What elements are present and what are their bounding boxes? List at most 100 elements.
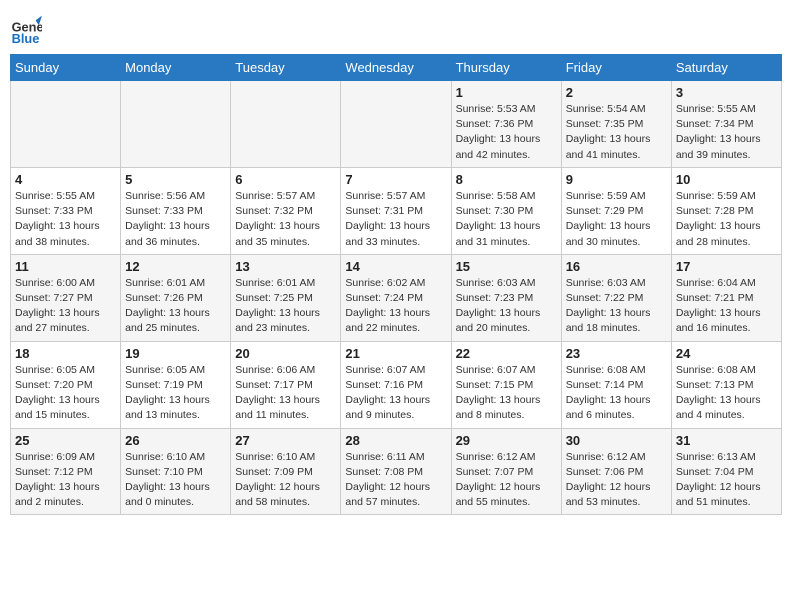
day-detail: Sunrise: 6:12 AM Sunset: 7:06 PM Dayligh… <box>566 450 667 511</box>
calendar-table: SundayMondayTuesdayWednesdayThursdayFrid… <box>10 54 782 515</box>
day-detail: Sunrise: 6:10 AM Sunset: 7:09 PM Dayligh… <box>235 450 336 511</box>
day-detail: Sunrise: 6:08 AM Sunset: 7:13 PM Dayligh… <box>676 363 777 424</box>
day-cell: 17 Sunrise: 6:04 AM Sunset: 7:21 PM Dayli… <box>671 254 781 341</box>
day-number: 23 <box>566 346 667 361</box>
day-number: 18 <box>15 346 116 361</box>
day-cell: 12Sunrise: 6:01 AM Sunset: 7:26 PM Dayli… <box>121 254 231 341</box>
day-detail: Sunrise: 6:00 AM Sunset: 7:27 PM Dayligh… <box>15 276 116 337</box>
day-number: 29 <box>456 433 557 448</box>
day-cell: 23 Sunrise: 6:08 AM Sunset: 7:14 PM Dayli… <box>561 341 671 428</box>
weekday-header-monday: Monday <box>121 55 231 81</box>
day-detail: Sunrise: 5:59 AM Sunset: 7:28 PM Dayligh… <box>676 189 777 250</box>
day-number: 19 <box>125 346 226 361</box>
week-row-2: 4 Sunrise: 5:55 AM Sunset: 7:33 PM Daylig… <box>11 167 782 254</box>
day-cell: 15 Sunrise: 6:03 AM Sunset: 7:23 PM Dayli… <box>451 254 561 341</box>
day-number: 14 <box>345 259 446 274</box>
day-detail: Sunrise: 5:55 AM Sunset: 7:33 PM Dayligh… <box>15 189 116 250</box>
day-number: 4 <box>15 172 116 187</box>
day-detail: Sunrise: 5:57 AM Sunset: 7:31 PM Dayligh… <box>345 189 446 250</box>
day-detail: Sunrise: 6:04 AM Sunset: 7:21 PM Dayligh… <box>676 276 777 337</box>
day-number: 20 <box>235 346 336 361</box>
day-detail: Sunrise: 5:58 AM Sunset: 7:30 PM Dayligh… <box>456 189 557 250</box>
day-number: 27 <box>235 433 336 448</box>
day-number: 26 <box>125 433 226 448</box>
day-cell: 5 Sunrise: 5:56 AM Sunset: 7:33 PM Daylig… <box>121 167 231 254</box>
day-cell: 27 Sunrise: 6:10 AM Sunset: 7:09 PM Dayli… <box>231 428 341 515</box>
day-detail: Sunrise: 6:01 AM Sunset: 7:26 PM Dayligh… <box>125 276 226 337</box>
day-detail: Sunrise: 6:01 AM Sunset: 7:25 PM Dayligh… <box>235 276 336 337</box>
day-detail: Sunrise: 6:08 AM Sunset: 7:14 PM Dayligh… <box>566 363 667 424</box>
logo-icon: General Blue <box>10 14 42 46</box>
day-cell: 2Sunrise: 5:54 AM Sunset: 7:35 PM Daylig… <box>561 81 671 168</box>
day-detail: Sunrise: 5:57 AM Sunset: 7:32 PM Dayligh… <box>235 189 336 250</box>
day-number: 6 <box>235 172 336 187</box>
day-number: 25 <box>15 433 116 448</box>
day-number: 1 <box>456 85 557 100</box>
day-cell: 26 Sunrise: 6:10 AM Sunset: 7:10 PM Dayli… <box>121 428 231 515</box>
day-detail: Sunrise: 6:10 AM Sunset: 7:10 PM Dayligh… <box>125 450 226 511</box>
day-detail: Sunrise: 6:06 AM Sunset: 7:17 PM Dayligh… <box>235 363 336 424</box>
day-cell: 7 Sunrise: 5:57 AM Sunset: 7:31 PM Daylig… <box>341 167 451 254</box>
day-number: 31 <box>676 433 777 448</box>
day-cell: 21Sunrise: 6:07 AM Sunset: 7:16 PM Dayli… <box>341 341 451 428</box>
day-cell: 18Sunrise: 6:05 AM Sunset: 7:20 PM Dayli… <box>11 341 121 428</box>
day-number: 3 <box>676 85 777 100</box>
day-cell: 6 Sunrise: 5:57 AM Sunset: 7:32 PM Daylig… <box>231 167 341 254</box>
day-number: 17 <box>676 259 777 274</box>
day-cell: 4 Sunrise: 5:55 AM Sunset: 7:33 PM Daylig… <box>11 167 121 254</box>
day-number: 8 <box>456 172 557 187</box>
day-detail: Sunrise: 6:03 AM Sunset: 7:22 PM Dayligh… <box>566 276 667 337</box>
day-number: 22 <box>456 346 557 361</box>
weekday-header-friday: Friday <box>561 55 671 81</box>
weekday-header-tuesday: Tuesday <box>231 55 341 81</box>
day-number: 10 <box>676 172 777 187</box>
day-cell: 24 Sunrise: 6:08 AM Sunset: 7:13 PM Dayli… <box>671 341 781 428</box>
day-detail: Sunrise: 5:56 AM Sunset: 7:33 PM Dayligh… <box>125 189 226 250</box>
day-cell <box>121 81 231 168</box>
day-detail: Sunrise: 6:11 AM Sunset: 7:08 PM Dayligh… <box>345 450 446 511</box>
day-cell: 20 Sunrise: 6:06 AM Sunset: 7:17 PM Dayli… <box>231 341 341 428</box>
day-detail: Sunrise: 6:02 AM Sunset: 7:24 PM Dayligh… <box>345 276 446 337</box>
day-number: 5 <box>125 172 226 187</box>
day-cell: 28 Sunrise: 6:11 AM Sunset: 7:08 PM Dayli… <box>341 428 451 515</box>
page-header: General Blue <box>10 10 782 46</box>
day-cell: 25 Sunrise: 6:09 AM Sunset: 7:12 PM Dayli… <box>11 428 121 515</box>
svg-text:Blue: Blue <box>12 31 40 46</box>
day-detail: Sunrise: 5:59 AM Sunset: 7:29 PM Dayligh… <box>566 189 667 250</box>
day-number: 11 <box>15 259 116 274</box>
day-cell: 8 Sunrise: 5:58 AM Sunset: 7:30 PM Daylig… <box>451 167 561 254</box>
weekday-header-row: SundayMondayTuesdayWednesdayThursdayFrid… <box>11 55 782 81</box>
day-detail: Sunrise: 6:12 AM Sunset: 7:07 PM Dayligh… <box>456 450 557 511</box>
day-cell: 29 Sunrise: 6:12 AM Sunset: 7:07 PM Dayli… <box>451 428 561 515</box>
day-number: 9 <box>566 172 667 187</box>
day-detail: Sunrise: 6:13 AM Sunset: 7:04 PM Dayligh… <box>676 450 777 511</box>
week-row-1: 1 Sunrise: 5:53 AM Sunset: 7:36 PM Daylig… <box>11 81 782 168</box>
day-detail: Sunrise: 5:53 AM Sunset: 7:36 PM Dayligh… <box>456 102 557 163</box>
day-number: 24 <box>676 346 777 361</box>
day-cell: 19Sunrise: 6:05 AM Sunset: 7:19 PM Dayli… <box>121 341 231 428</box>
day-detail: Sunrise: 6:09 AM Sunset: 7:12 PM Dayligh… <box>15 450 116 511</box>
day-cell: 13Sunrise: 6:01 AM Sunset: 7:25 PM Dayli… <box>231 254 341 341</box>
week-row-5: 25 Sunrise: 6:09 AM Sunset: 7:12 PM Dayli… <box>11 428 782 515</box>
day-number: 15 <box>456 259 557 274</box>
day-cell: 9 Sunrise: 5:59 AM Sunset: 7:29 PM Daylig… <box>561 167 671 254</box>
day-cell: 10 Sunrise: 5:59 AM Sunset: 7:28 PM Dayli… <box>671 167 781 254</box>
day-cell <box>231 81 341 168</box>
day-number: 21 <box>345 346 446 361</box>
day-cell: 22 Sunrise: 6:07 AM Sunset: 7:15 PM Dayli… <box>451 341 561 428</box>
day-cell: 31 Sunrise: 6:13 AM Sunset: 7:04 PM Dayli… <box>671 428 781 515</box>
day-cell: 16Sunrise: 6:03 AM Sunset: 7:22 PM Dayli… <box>561 254 671 341</box>
day-number: 7 <box>345 172 446 187</box>
day-detail: Sunrise: 6:07 AM Sunset: 7:15 PM Dayligh… <box>456 363 557 424</box>
day-cell: 1 Sunrise: 5:53 AM Sunset: 7:36 PM Daylig… <box>451 81 561 168</box>
day-cell: 14 Sunrise: 6:02 AM Sunset: 7:24 PM Dayli… <box>341 254 451 341</box>
day-detail: Sunrise: 5:54 AM Sunset: 7:35 PM Dayligh… <box>566 102 667 163</box>
day-cell: 11 Sunrise: 6:00 AM Sunset: 7:27 PM Dayli… <box>11 254 121 341</box>
day-cell: 3 Sunrise: 5:55 AM Sunset: 7:34 PM Daylig… <box>671 81 781 168</box>
day-detail: Sunrise: 6:03 AM Sunset: 7:23 PM Dayligh… <box>456 276 557 337</box>
weekday-header-sunday: Sunday <box>11 55 121 81</box>
weekday-header-wednesday: Wednesday <box>341 55 451 81</box>
day-detail: Sunrise: 5:55 AM Sunset: 7:34 PM Dayligh… <box>676 102 777 163</box>
day-number: 28 <box>345 433 446 448</box>
week-row-3: 11 Sunrise: 6:00 AM Sunset: 7:27 PM Dayli… <box>11 254 782 341</box>
